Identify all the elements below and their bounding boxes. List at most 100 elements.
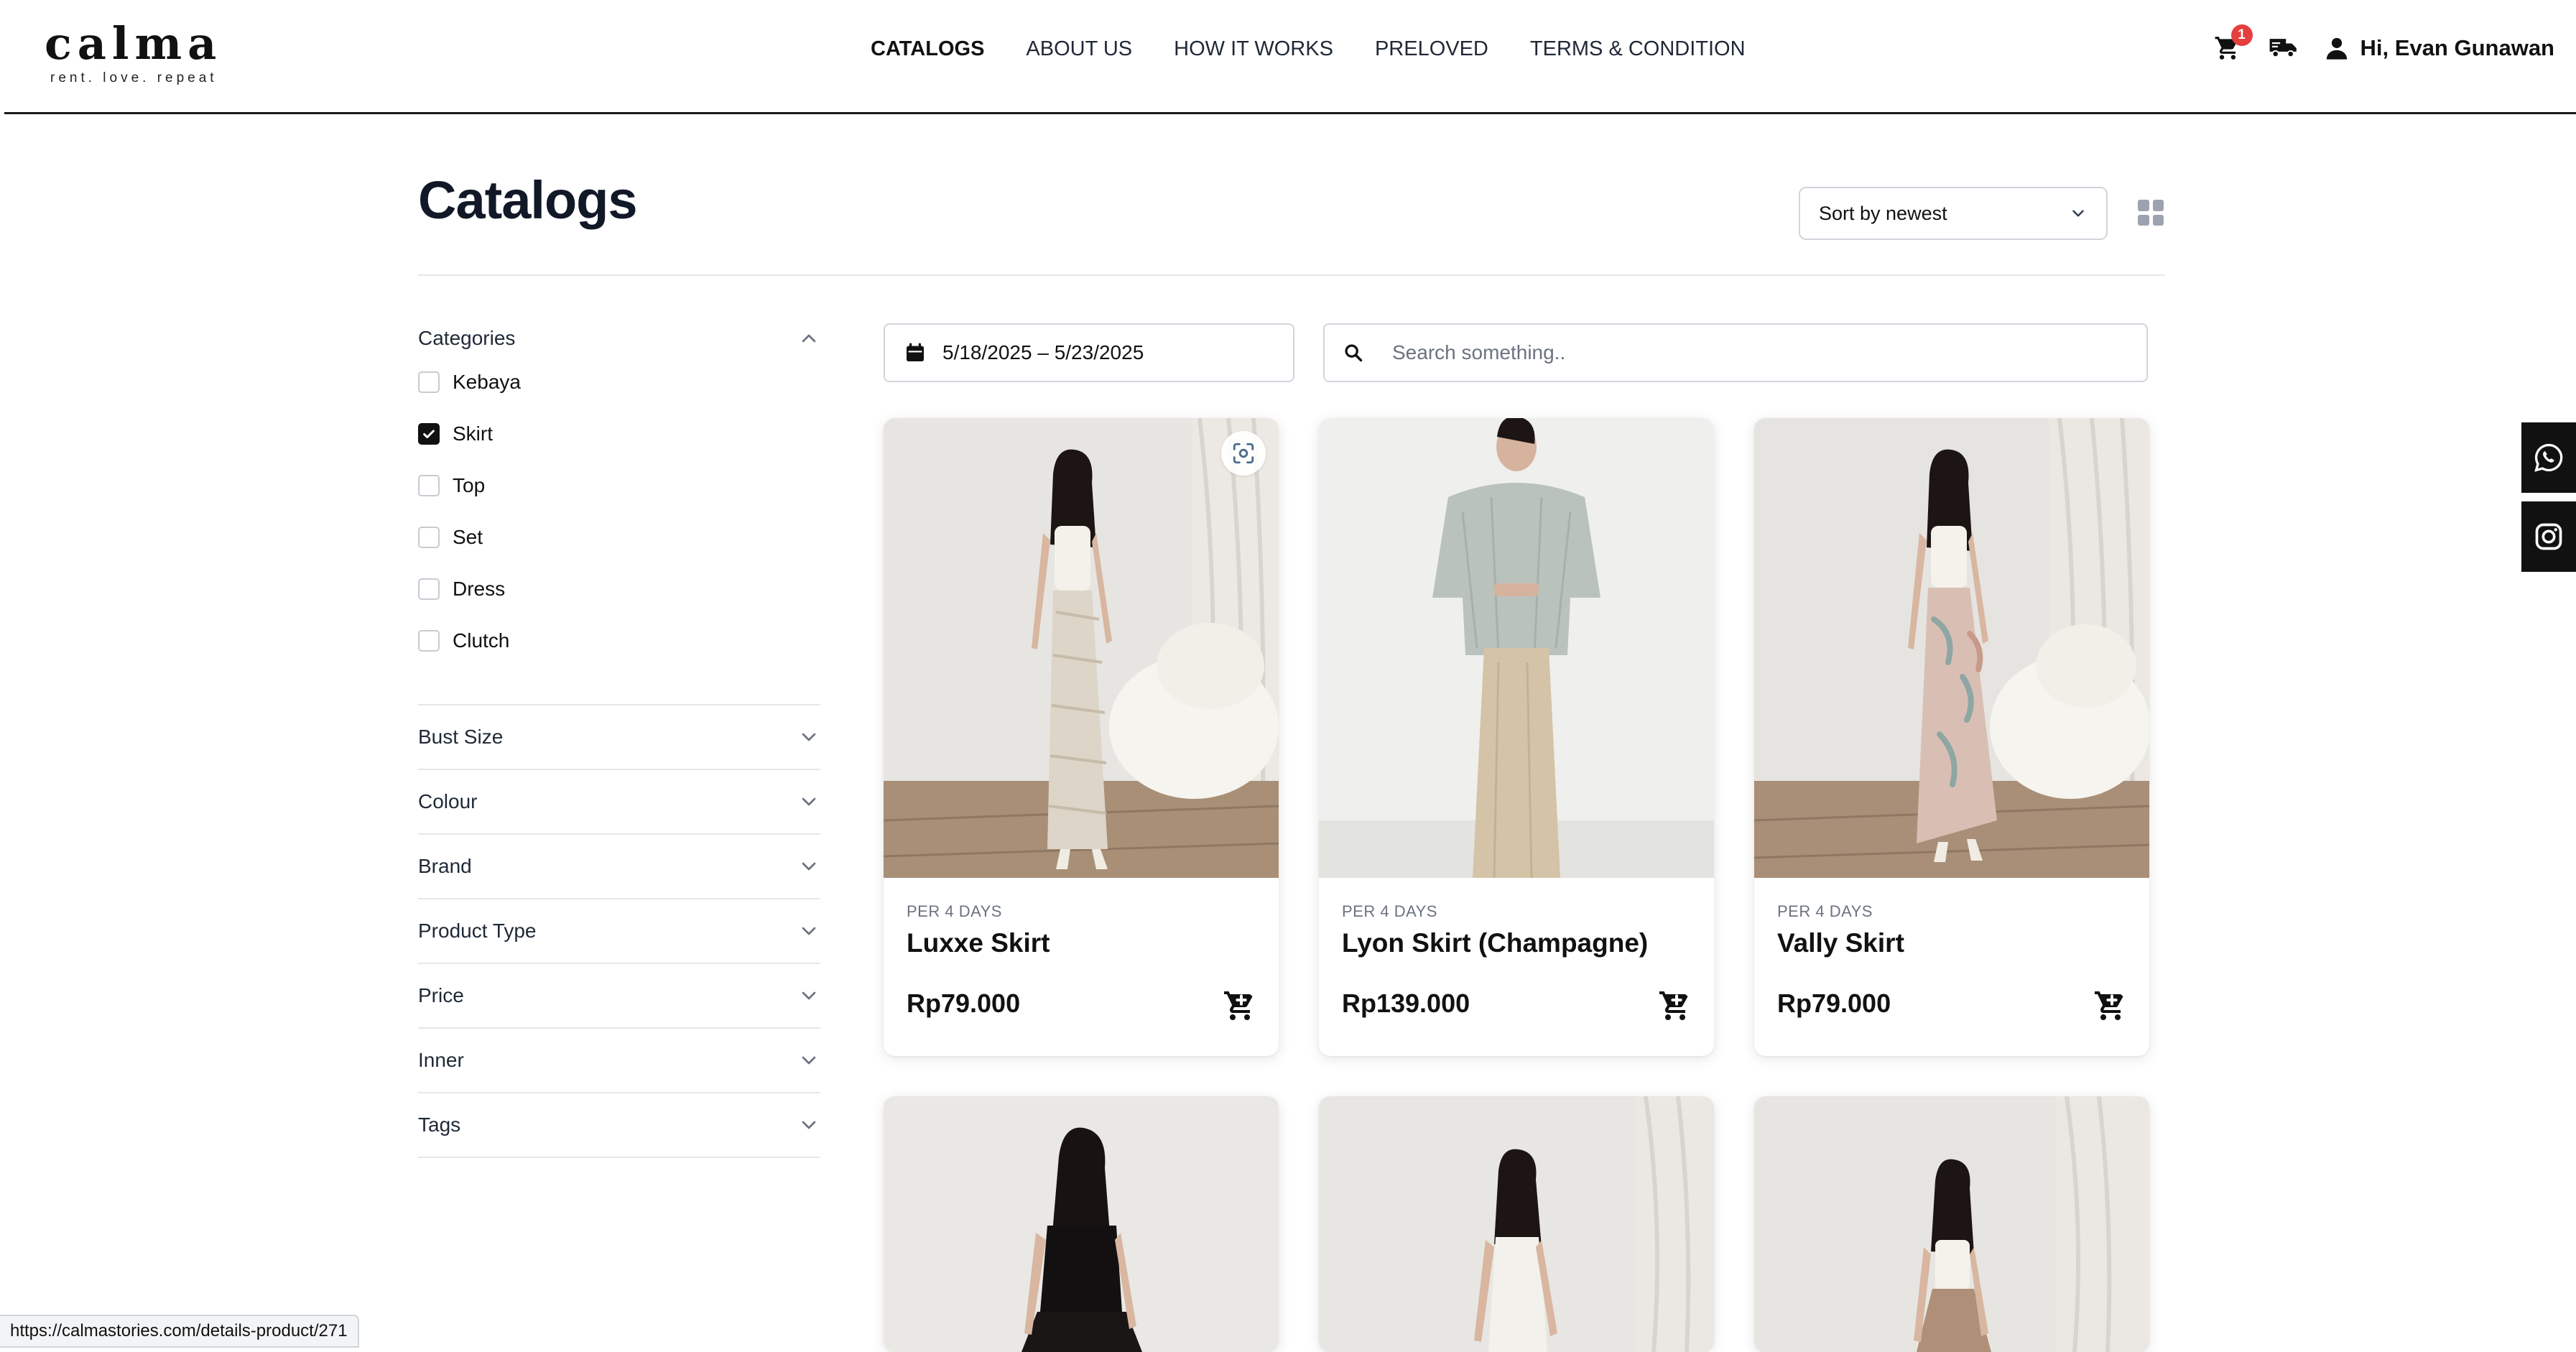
- rental-period: PER 4 DAYS: [907, 902, 1002, 920]
- filter-tags[interactable]: Tags: [418, 1093, 820, 1158]
- nav-terms-condition[interactable]: TERMS & CONDITION: [1530, 37, 1746, 61]
- category-item-top[interactable]: Top: [418, 460, 820, 511]
- filter-section-title: Inner: [418, 1049, 464, 1071]
- delivery-button[interactable]: [2269, 33, 2299, 63]
- category-list: Kebaya Skirt Top Set Dress Clutch: [418, 356, 820, 705]
- whatsapp-button[interactable]: [2521, 422, 2576, 493]
- checkbox[interactable]: [418, 630, 440, 652]
- filter-inner[interactable]: Inner: [418, 1029, 820, 1093]
- product-price: Rp79.000: [907, 988, 1021, 1018]
- filter-categories-header[interactable]: Categories: [418, 320, 820, 356]
- product-card[interactable]: PER 4 DAYS Lyon Skirt (Champagne) Rp139.…: [1319, 418, 1714, 1056]
- add-to-cart-icon[interactable]: [1223, 988, 1257, 1023]
- brand-tagline: rent. love. repeat: [50, 70, 218, 85]
- category-item-set[interactable]: Set: [418, 511, 820, 563]
- grid-view-toggle[interactable]: [2138, 200, 2164, 226]
- filter-bust-size[interactable]: Bust Size: [418, 705, 820, 770]
- product-card[interactable]: PER 4 DAYS Luxxe Skirt Rp79.000: [884, 418, 1279, 1056]
- nav-about-us[interactable]: ABOUT US: [1026, 37, 1132, 61]
- whatsapp-icon: [2534, 443, 2563, 472]
- category-item-clutch[interactable]: Clutch: [418, 615, 820, 667]
- nav-how-it-works[interactable]: HOW IT WORKS: [1174, 37, 1333, 61]
- category-label: Skirt: [453, 422, 493, 445]
- checkbox[interactable]: [418, 371, 440, 393]
- instagram-icon: [2535, 523, 2562, 550]
- top-header: calma rent. love. repeat CATALOGS ABOUT …: [4, 0, 2576, 114]
- add-to-cart-icon[interactable]: [2093, 988, 2128, 1023]
- category-label: Dress: [453, 578, 506, 600]
- category-item-kebaya[interactable]: Kebaya: [418, 356, 820, 408]
- rental-period: PER 4 DAYS: [1342, 902, 1437, 920]
- product-info: PER 4 DAYS Vally Skirt Rp79.000: [1754, 878, 2149, 1056]
- filter-price[interactable]: Price: [418, 964, 820, 1029]
- delivery-truck-icon: [2269, 39, 2297, 58]
- product-card[interactable]: [1754, 1096, 2149, 1352]
- user-greeting: Hi, Evan Gunawan: [2360, 35, 2554, 60]
- filter-section-title: Product Type: [418, 920, 537, 942]
- search-box[interactable]: [1323, 323, 2148, 382]
- product-photo-vally-skirt: [1754, 418, 2149, 878]
- grid-icon-cell: [2138, 200, 2149, 211]
- chevron-down-icon: [802, 991, 816, 1000]
- chevron-down-icon: [802, 1056, 816, 1065]
- filter-brand[interactable]: Brand: [418, 835, 820, 899]
- category-item-skirt[interactable]: Skirt: [418, 408, 820, 460]
- grid-icon-cell: [2152, 214, 2164, 226]
- product-photo-black-dress: [884, 1096, 1279, 1352]
- chevron-down-icon: [2072, 210, 2084, 217]
- rental-period: PER 4 DAYS: [1777, 902, 1873, 920]
- nav-preloved[interactable]: PRELOVED: [1375, 37, 1488, 61]
- status-bar-url: https://calmastories.com/details-product…: [0, 1315, 359, 1348]
- product-info: PER 4 DAYS Luxxe Skirt Rp79.000: [884, 878, 1279, 1056]
- product-photo-wrap-skirt: [1754, 1096, 2149, 1352]
- chevron-down-icon: [802, 797, 816, 806]
- main-nav: CATALOGS ABOUT US HOW IT WORKS PRELOVED …: [871, 37, 1746, 61]
- product-name[interactable]: Lyon Skirt (Champagne): [1342, 928, 1691, 958]
- filter-section-title: Colour: [418, 790, 478, 812]
- chevron-down-icon: [802, 862, 816, 871]
- cart-count-badge: 1: [2230, 24, 2253, 46]
- add-to-cart-icon[interactable]: [1658, 988, 1692, 1023]
- grid-icon-cell: [2138, 214, 2149, 226]
- product-name[interactable]: Vally Skirt: [1777, 928, 2126, 958]
- filter-product-type[interactable]: Product Type: [418, 899, 820, 964]
- product-photo-white-dress: [1319, 1096, 1714, 1352]
- category-label: Kebaya: [453, 371, 521, 393]
- category-label: Top: [453, 474, 486, 496]
- product-image[interactable]: [884, 418, 1279, 878]
- search-icon: [1345, 344, 1363, 362]
- filter-categories-title: Categories: [418, 327, 516, 349]
- checkbox[interactable]: [418, 475, 440, 496]
- check-icon: [423, 430, 435, 439]
- category-item-dress[interactable]: Dress: [418, 563, 820, 615]
- date-range-picker[interactable]: 5/18/2025 – 5/23/2025: [884, 323, 1294, 382]
- checkbox-checked[interactable]: [418, 423, 440, 445]
- date-range-value: 5/18/2025 – 5/23/2025: [942, 341, 1144, 364]
- product-card[interactable]: [1319, 1096, 1714, 1352]
- nav-catalogs[interactable]: CATALOGS: [871, 37, 984, 61]
- category-label: Set: [453, 526, 483, 548]
- title-divider: [418, 274, 2165, 276]
- checkbox[interactable]: [418, 578, 440, 600]
- product-image[interactable]: [1319, 418, 1714, 878]
- cart-button[interactable]: 1: [2213, 24, 2253, 63]
- product-name[interactable]: Luxxe Skirt: [907, 928, 1256, 958]
- quick-view-button[interactable]: [1221, 431, 1266, 476]
- product-card[interactable]: [884, 1096, 1279, 1352]
- checkbox[interactable]: [418, 527, 440, 548]
- brand-logo[interactable]: calma rent. love. repeat: [45, 22, 222, 86]
- instagram-button[interactable]: [2521, 501, 2576, 572]
- search-input[interactable]: [1392, 341, 2096, 364]
- product-price: Rp79.000: [1777, 988, 1891, 1018]
- filter-section-title: Price: [418, 984, 464, 1006]
- product-image[interactable]: [1754, 418, 2149, 878]
- user-menu[interactable]: Hi, Evan Gunawan: [2325, 35, 2554, 61]
- filter-colour[interactable]: Colour: [418, 770, 820, 835]
- user-icon: [2326, 37, 2347, 60]
- header-actions: 1 Hi, Evan Gunawan: [2213, 24, 2554, 63]
- product-card[interactable]: PER 4 DAYS Vally Skirt Rp79.000: [1754, 418, 2149, 1056]
- filter-section-title: Brand: [418, 855, 472, 877]
- category-label: Clutch: [453, 629, 510, 652]
- sort-select[interactable]: Sort by newest: [1799, 187, 2108, 240]
- chevron-down-icon: [802, 927, 816, 935]
